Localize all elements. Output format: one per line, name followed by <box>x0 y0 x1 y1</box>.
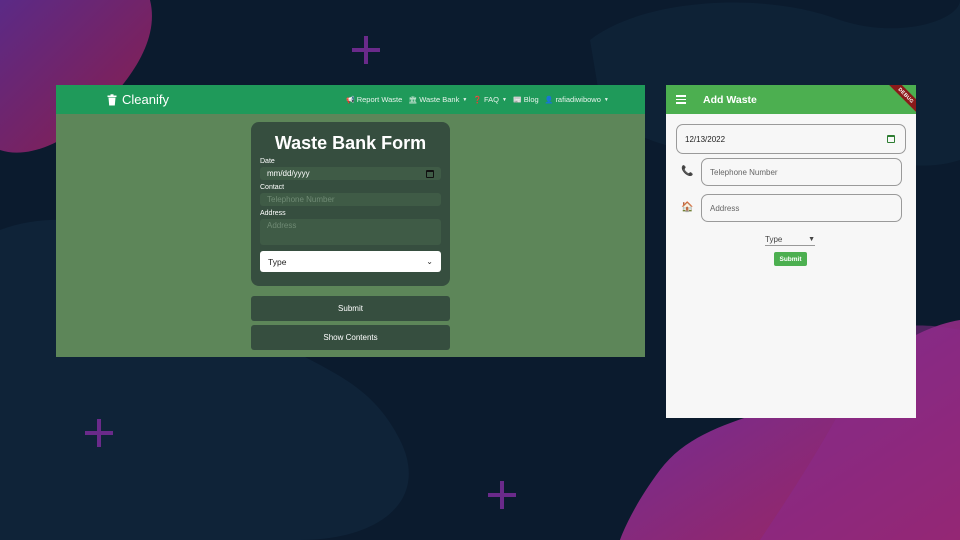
address-label: Address <box>260 210 286 217</box>
mobile-title: Add Waste <box>703 93 757 106</box>
user-icon: 👤 <box>544 96 554 104</box>
date-input[interactable]: mm/dd/yyyy <box>260 167 441 180</box>
nav-faq[interactable]: ❓ FAQ ▼ <box>473 95 507 104</box>
mobile-appbar: Add Waste DEBUG <box>666 85 916 116</box>
web-navbar: Cleanify 📢 Report Waste 🏛 Waste Bank ▼ ❓… <box>56 85 645 114</box>
contact-label: Contact <box>260 184 285 191</box>
nav-label: rafiadiwibowo <box>555 95 601 104</box>
nav-blog[interactable]: 📰 Blog <box>513 95 539 104</box>
date-value: mm/dd/yyyy <box>267 169 310 178</box>
nav-waste-bank[interactable]: 🏛 Waste Bank ▼ <box>408 95 467 104</box>
web-app-window: Cleanify 📢 Report Waste 🏛 Waste Bank ▼ ❓… <box>56 85 645 357</box>
debug-banner: DEBUG <box>885 85 916 116</box>
mobile-type-dropdown[interactable]: Type ▼ <box>765 234 815 246</box>
caret-down-icon: ▼ <box>502 96 507 103</box>
nav-label: Waste Bank <box>419 95 460 104</box>
mobile-date-value: 12/13/2022 <box>685 134 726 144</box>
bank-icon: 🏛 <box>408 96 418 104</box>
nav-label: Blog <box>523 95 539 104</box>
newspaper-icon: 📰 <box>512 96 522 104</box>
nav-user-menu[interactable]: 👤 rafiadiwibowo ▼ <box>545 95 609 104</box>
waste-bank-form: Waste Bank Form Date mm/dd/yyyy Contact … <box>251 122 450 286</box>
address-placeholder: Address <box>710 203 740 213</box>
show-contents-button[interactable]: Show Contents <box>251 325 450 350</box>
mobile-type-value: Type <box>765 235 783 244</box>
phone-icon: 📞 <box>681 166 694 177</box>
nav-report-waste[interactable]: 📢 Report Waste <box>346 95 402 104</box>
question-icon: ❓ <box>473 96 483 104</box>
nav-label: FAQ <box>484 95 500 104</box>
type-value: Type <box>268 256 287 267</box>
form-title: Waste Bank Form <box>274 133 427 153</box>
trash-icon <box>107 93 117 105</box>
megaphone-icon: 📢 <box>346 96 355 104</box>
date-label: Date <box>260 158 275 165</box>
home-icon: 🏠 <box>681 202 694 213</box>
chevron-down-icon: ▼ <box>808 236 815 243</box>
mobile-app-window: Add Waste DEBUG 12/13/2022 📞 Telephone N… <box>666 85 916 418</box>
caret-down-icon: ▼ <box>603 96 609 103</box>
type-select[interactable]: Type ⌄ <box>260 251 441 272</box>
address-input[interactable]: Address <box>260 219 441 245</box>
brand-name: Cleanify <box>122 92 169 107</box>
mobile-date-field[interactable]: 12/13/2022 <box>676 124 906 154</box>
calendar-icon[interactable] <box>426 169 434 178</box>
mobile-address-field[interactable]: Address <box>701 194 902 222</box>
nav-links: 📢 Report Waste 🏛 Waste Bank ▼ ❓ FAQ ▼ 📰 … <box>346 85 609 114</box>
contact-placeholder: Telephone Number <box>267 195 335 204</box>
nav-label: Report Waste <box>356 95 403 104</box>
contact-input[interactable]: Telephone Number <box>260 193 441 206</box>
submit-button[interactable]: Submit <box>251 296 450 321</box>
chevron-down-icon: ⌄ <box>426 257 433 266</box>
address-placeholder: Address <box>267 221 297 230</box>
caret-down-icon: ▼ <box>462 96 468 103</box>
menu-icon[interactable] <box>676 95 686 104</box>
calendar-icon[interactable] <box>887 135 895 143</box>
mobile-submit-button[interactable]: Submit <box>774 252 807 266</box>
mobile-telephone-field[interactable]: Telephone Number <box>701 158 902 186</box>
telephone-placeholder: Telephone Number <box>710 167 778 177</box>
brand[interactable]: Cleanify <box>106 92 169 107</box>
